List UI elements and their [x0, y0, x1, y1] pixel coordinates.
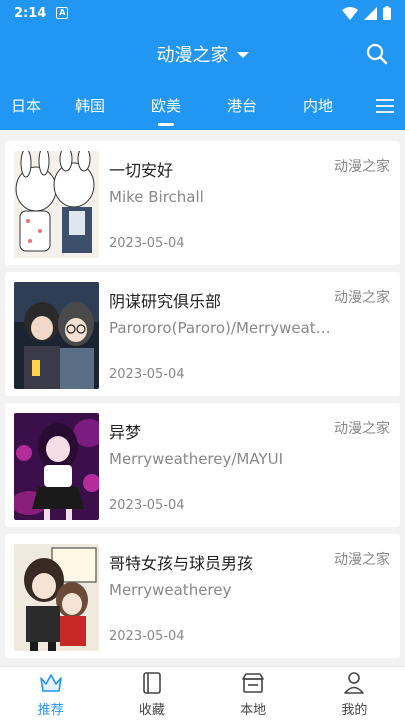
comic-list: 一切安好 动漫之家 Mike Birchall 2023-05-04 阴谋研究俱… — [0, 130, 405, 666]
list-item[interactable]: 异梦 动漫之家 Merryweatherey/MAYUI 2023-05-04 — [5, 403, 400, 527]
nav-label: 我的 — [341, 702, 368, 718]
status-time: 2:14 — [14, 5, 47, 21]
tab-mainland[interactable]: 内地 — [280, 82, 356, 130]
tab-japan[interactable]: 日本 — [0, 82, 52, 130]
search-icon — [366, 43, 388, 65]
cover-image — [14, 544, 99, 651]
crown-icon — [39, 673, 62, 692]
item-date: 2023-05-04 — [109, 498, 185, 513]
caret-down-icon — [236, 52, 249, 58]
bottom-nav: 推荐 收藏 本地 我的 — [0, 666, 405, 720]
list-item[interactable]: 哥特女孩与球员男孩 动漫之家 Merryweatherey 2023-05-04 — [5, 534, 400, 658]
item-title: 哥特女孩与球员男孩 — [109, 554, 254, 573]
source-selector[interactable]: 动漫之家 — [157, 41, 249, 67]
nav-favorites[interactable]: 收藏 — [101, 667, 202, 720]
person-icon — [344, 671, 365, 694]
item-source: 动漫之家 — [334, 552, 390, 568]
nav-local[interactable]: 本地 — [203, 667, 304, 720]
item-date: 2023-05-04 — [109, 629, 185, 644]
item-source: 动漫之家 — [334, 421, 390, 437]
item-author: Mike Birchall — [109, 188, 204, 206]
book-icon — [143, 671, 161, 694]
signal-icon — [364, 6, 377, 20]
tab-hk-tw[interactable]: 港台 — [204, 82, 280, 130]
item-author: Merryweatherey — [109, 581, 232, 599]
item-source: 动漫之家 — [334, 290, 390, 306]
tab-western[interactable]: 欧美 — [128, 82, 204, 130]
nav-label: 推荐 — [37, 702, 64, 718]
item-author: Parororo(Paroro)/Merryweatherey — [109, 319, 331, 337]
nav-label: 收藏 — [138, 702, 165, 718]
cover-image — [14, 413, 99, 520]
cover-image — [14, 151, 99, 258]
menu-icon[interactable] — [365, 82, 405, 130]
search-button[interactable] — [363, 40, 391, 68]
item-date: 2023-05-04 — [109, 236, 185, 251]
tab-korea[interactable]: 韩国 — [52, 82, 128, 130]
app-notification-icon: A — [56, 7, 69, 19]
status-bar: 2:14 A — [0, 0, 405, 26]
item-date: 2023-05-04 — [109, 367, 185, 382]
list-item[interactable]: 一切安好 动漫之家 Mike Birchall 2023-05-04 — [5, 141, 400, 265]
item-title: 阴谋研究俱乐部 — [109, 292, 222, 311]
item-title: 一切安好 — [109, 161, 174, 180]
cover-image — [14, 282, 99, 389]
store-icon — [242, 672, 264, 693]
battery-icon — [383, 6, 391, 20]
nav-recommend[interactable]: 推荐 — [0, 667, 101, 720]
item-author: Merryweatherey/MAYUI — [109, 450, 284, 468]
item-source: 动漫之家 — [334, 159, 390, 175]
list-item[interactable]: 阴谋研究俱乐部 动漫之家 Parororo(Paroro)/Merryweath… — [5, 272, 400, 396]
item-title: 异梦 — [109, 423, 142, 442]
category-tabs: 日本 韩国 欧美 港台 内地 — [0, 82, 405, 130]
nav-label: 本地 — [240, 702, 267, 718]
app-bar: 动漫之家 — [0, 26, 405, 82]
nav-mine[interactable]: 我的 — [304, 667, 405, 720]
wifi-icon — [342, 6, 358, 20]
page-title: 动漫之家 — [156, 45, 229, 66]
